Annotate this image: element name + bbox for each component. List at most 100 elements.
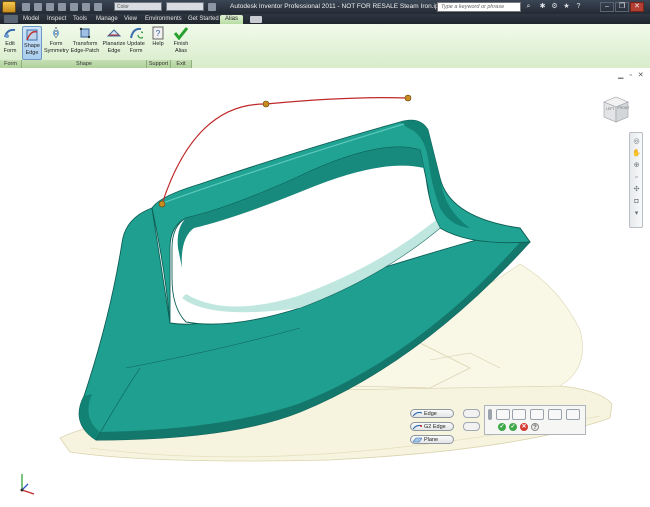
ribbon-tab-bar: Model Inspect Tools Manage View Environm…	[0, 14, 650, 24]
curvature-icon[interactable]	[548, 409, 562, 420]
star-icon[interactable]: ★	[562, 3, 571, 11]
binoculars-icon[interactable]: ⌕	[524, 3, 533, 11]
planarize-edge-label: Planarize Edge	[102, 41, 126, 54]
minimize-button[interactable]: –	[600, 2, 614, 12]
plane-command-label: Plane	[424, 437, 439, 443]
group-form: Form	[0, 60, 22, 68]
plane-icon	[413, 437, 422, 443]
update-form-icon	[130, 27, 143, 39]
tab-environments[interactable]: Environments	[145, 15, 182, 24]
curve-option-button[interactable]	[463, 409, 480, 418]
home-icon[interactable]	[82, 3, 90, 11]
help-label: Help	[152, 41, 164, 47]
tab-tools[interactable]: Tools	[73, 15, 87, 24]
g2-edge-icon	[413, 424, 422, 430]
edge-command[interactable]: Edge	[410, 409, 454, 418]
viewcube-front-label[interactable]: FRONT	[618, 106, 631, 110]
steam-iron-model[interactable]	[0, 68, 650, 507]
help-menu-icon[interactable]: ?	[574, 3, 583, 11]
mini-toolbar: ✓ ✓ ✕ ?	[484, 405, 586, 435]
color-combo[interactable]: Color	[114, 2, 162, 11]
frame-icon[interactable]	[512, 409, 526, 420]
open-icon[interactable]	[34, 3, 42, 11]
edit-form-button[interactable]: Edit Form	[2, 26, 18, 54]
group-shape: Shape	[22, 60, 147, 68]
control-point	[262, 100, 270, 108]
tools-icon[interactable]: ✱	[538, 3, 547, 11]
group-support: Support	[147, 60, 171, 68]
search-input[interactable]: Type a keyword or phrase	[437, 2, 521, 12]
application-menu-button[interactable]	[2, 1, 16, 13]
new-icon[interactable]	[22, 3, 30, 11]
g2-edge-command-label: G2 Edge	[424, 424, 446, 430]
finish-check-icon	[174, 27, 188, 40]
tab-model[interactable]: Model	[23, 15, 39, 24]
save-icon[interactable]	[46, 3, 54, 11]
form-symmetry-button[interactable]: Form Symmetry	[44, 26, 69, 54]
tab-get-started[interactable]: Get Started	[188, 15, 219, 24]
planarize-edge-icon	[107, 29, 121, 37]
close-button[interactable]: ✕	[630, 2, 644, 12]
tab-file[interactable]	[4, 15, 18, 23]
mini-toolbar-grip[interactable]	[488, 409, 492, 420]
finish-alias-button[interactable]: Finish Alias	[172, 26, 190, 54]
curve-shape-icon[interactable]	[496, 409, 510, 420]
title-bar: Color Autodesk Inventor Professional 201…	[0, 0, 650, 14]
update-form-button[interactable]: Update Form	[126, 26, 146, 54]
ribbon-panel: Edit Form Shape Edge Form Symmetry Trans…	[0, 24, 650, 69]
design-view-combo[interactable]	[166, 2, 204, 11]
finish-alias-label: Finish Alias	[173, 41, 189, 54]
customize-icon[interactable]	[208, 3, 216, 11]
viewcube[interactable]: LEFT FRONT	[598, 92, 632, 126]
undo-icon[interactable]	[58, 3, 66, 11]
group-exit: Exit	[171, 60, 192, 68]
edge-command-label: Edge	[424, 411, 437, 417]
planarize-edge-button[interactable]: Planarize Edge	[102, 26, 126, 54]
shape-edge-label: Shape Edge	[24, 43, 40, 56]
viewcube-left-label[interactable]: LEFT	[606, 107, 615, 111]
cancel-icon[interactable]: ✕	[520, 423, 528, 431]
transform-edge-patch-label: Transform Edge-Patch	[70, 41, 100, 54]
help-button[interactable]: ? Help	[150, 26, 166, 48]
ribbon-options-icon[interactable]	[250, 16, 262, 23]
display-icon[interactable]	[530, 409, 544, 420]
blend-icon[interactable]	[566, 409, 580, 420]
g2-edge-command[interactable]: G2 Edge	[410, 422, 454, 431]
nav-options-icon[interactable]: ▾	[632, 209, 641, 218]
control-point	[404, 94, 412, 102]
redo-icon[interactable]	[70, 3, 78, 11]
edge-icon	[413, 411, 422, 417]
tab-alias[interactable]: Alias	[220, 15, 244, 24]
tab-manage[interactable]: Manage	[96, 15, 118, 24]
transform-edge-patch-icon	[79, 27, 91, 39]
ok-icon[interactable]: ✓	[509, 423, 517, 431]
svg-text:?: ?	[156, 29, 161, 38]
plane-command[interactable]: Plane	[410, 435, 454, 444]
shape-edge-icon	[26, 29, 38, 41]
orbit-icon[interactable]: ✣	[632, 185, 641, 194]
window-title: Autodesk Inventor Professional 2011 - NO…	[230, 3, 441, 10]
steering-wheel-icon[interactable]: ◎	[632, 137, 641, 146]
navigation-bar: ◎ ✋ ⊕ ▫ ✣ ◘ ▾	[629, 132, 643, 228]
pan-icon[interactable]: ✋	[632, 149, 641, 158]
graphics-window[interactable]: ▁ ▫ ✕ LEFT FRONT ◎ ✋ ⊕ ▫ ✣ ◘ ▾ Edge G2 E…	[0, 68, 650, 507]
restore-button[interactable]: ❐	[615, 2, 629, 12]
shape-edge-button[interactable]: Shape Edge	[22, 26, 42, 60]
control-point	[158, 200, 166, 208]
zoom-all-icon[interactable]: ▫	[632, 173, 641, 182]
apply-icon[interactable]: ✓	[498, 423, 506, 431]
select-icon[interactable]	[94, 3, 102, 11]
transform-edge-patch-button[interactable]: Transform Edge-Patch	[70, 26, 100, 54]
coordinate-triad-icon	[20, 474, 35, 495]
tab-inspect[interactable]: Inspect	[47, 15, 66, 24]
subscription-icon[interactable]: ⚙	[550, 3, 559, 11]
help-icon: ?	[152, 26, 164, 40]
surface-option-button[interactable]	[463, 422, 480, 431]
tab-view[interactable]: View	[124, 15, 137, 24]
zoom-icon[interactable]: ⊕	[632, 161, 641, 170]
info-icon[interactable]: ?	[531, 423, 539, 431]
look-at-icon[interactable]: ◘	[632, 197, 641, 206]
form-symmetry-label: Form Symmetry	[44, 41, 69, 54]
edit-form-label: Edit Form	[3, 41, 17, 54]
update-form-label: Update Form	[127, 41, 145, 54]
